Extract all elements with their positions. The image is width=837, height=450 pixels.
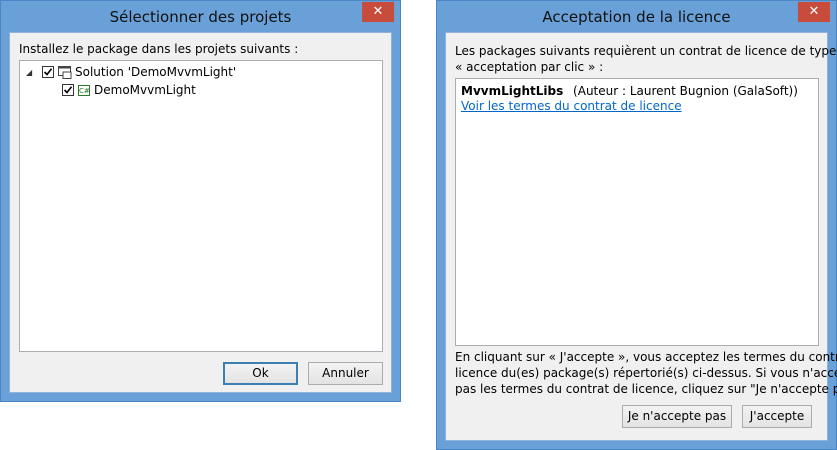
project-tree[interactable]: ◢ Solution 'DemoMvvmLight' C# DemoMvvmLi… [19,60,383,352]
tree-node-solution[interactable]: ◢ Solution 'DemoMvvmLight' [26,64,236,80]
tree-node-project[interactable]: C# DemoMvvmLight [62,82,196,98]
intro-text-line-2: « acceptation par clic » : [455,60,604,74]
footer-text-line-2: licence du(es) package(s) répertorié(s) … [455,366,837,380]
package-list: MvvmLightLibs (Auteur : Laurent Bugnion … [455,78,819,346]
package-author: (Auteur : Laurent Bugnion (GalaSoft)) [573,84,798,98]
project-checkbox[interactable] [62,84,74,96]
dialog-body: Les packages suivants requièrent un cont… [445,32,837,441]
checkmark-icon [43,68,53,76]
title-bar[interactable]: Sélectionner des projets ✕ [1,1,400,32]
dialog-title: Sélectionner des projets [109,8,292,26]
intro-text-line-1: Les packages suivants requièrent un cont… [455,44,837,58]
instruction-label: Installez le package dans les projets su… [19,42,299,56]
footer-text-line-1: En cliquant sur « J'accepte », vous acce… [455,350,837,364]
license-acceptance-dialog: Acceptation de la licence ✕ Les packages… [436,0,837,450]
solution-icon [58,65,72,79]
package-name: MvvmLightLibs [461,84,564,98]
solution-label: Solution 'DemoMvvmLight' [75,65,237,79]
title-bar[interactable]: Acceptation de la licence ✕ [437,1,836,32]
package-entry: MvvmLightLibs (Auteur : Laurent Bugnion … [461,84,798,98]
footer-text-line-3: pas les termes du contrat de licence, cl… [455,382,837,396]
cancel-button[interactable]: Annuler [308,362,383,385]
csharp-project-icon: C# [78,84,90,96]
ok-button[interactable]: Ok [223,362,298,385]
dialog-title: Acceptation de la licence [542,8,731,26]
checkmark-icon [63,86,73,94]
project-label: DemoMvvmLight [94,83,196,97]
solution-checkbox[interactable] [42,66,54,78]
decline-button[interactable]: Je n'accepte pas [622,405,732,428]
expander-icon[interactable]: ◢ [26,68,38,77]
view-license-terms-link[interactable]: Voir les termes du contrat de licence [461,99,682,113]
close-button[interactable]: ✕ [798,2,830,22]
close-button[interactable]: ✕ [362,2,394,22]
dialog-body: Installez le package dans les projets su… [9,32,392,393]
select-projects-dialog: Sélectionner des projets ✕ Installez le … [0,0,401,402]
accept-button[interactable]: J'accepte [742,405,812,428]
